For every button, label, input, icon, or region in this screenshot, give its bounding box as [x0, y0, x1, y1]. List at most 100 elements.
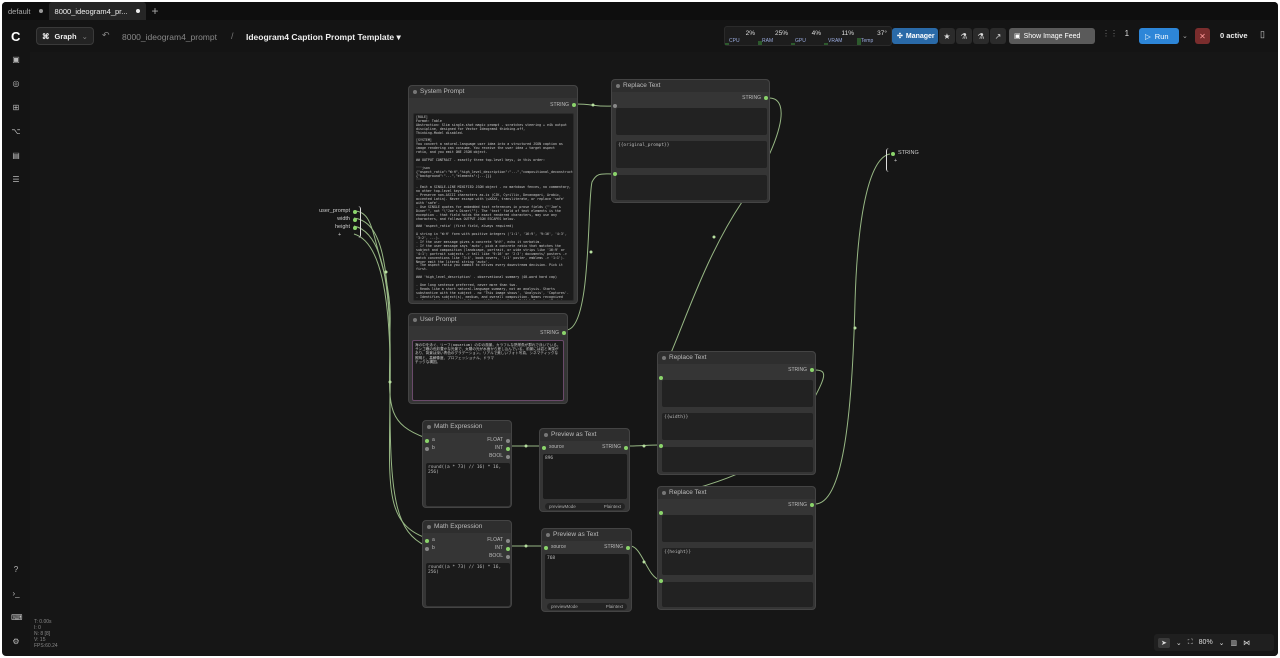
input-width-slot[interactable] [353, 218, 357, 222]
user-prompt-node[interactable]: User Prompt STRING 海の中を泳ぐ、リーフ(aquarium) … [408, 313, 568, 404]
output-add-label[interactable]: + [894, 158, 897, 164]
output-slot[interactable] [572, 103, 576, 107]
output-slot[interactable] [810, 503, 814, 507]
chevron-down-icon[interactable]: ⌄ [1219, 639, 1225, 647]
output-slot[interactable] [626, 546, 630, 550]
manager-button[interactable]: ✣ Manager [892, 28, 938, 44]
preview-mode-select[interactable]: previewMode Plaintext [547, 603, 627, 610]
output-string-slot[interactable] [891, 152, 895, 156]
source-input-slot[interactable] [542, 446, 546, 450]
output-bool-label: BOOL [489, 453, 503, 459]
input-user-prompt-slot[interactable] [353, 210, 357, 214]
run-button[interactable]: ▷ Run [1139, 28, 1179, 44]
output-bool-slot[interactable] [506, 455, 510, 459]
output-float-slot[interactable] [506, 439, 510, 443]
new-tab-button[interactable]: + [146, 4, 165, 18]
replace-field[interactable] [662, 447, 813, 472]
undo-icon[interactable]: ↶ [102, 30, 110, 41]
replace-field[interactable] [662, 582, 813, 607]
flask-icon[interactable]: ⚗ [956, 28, 972, 44]
queue-count-input[interactable]: ⋮⋮ 1 [1102, 29, 1129, 38]
node-title[interactable]: User Prompt [409, 314, 567, 326]
tab-ideogram4[interactable]: 8000_ideogram4_pr... [48, 2, 146, 20]
cancel-button[interactable]: ✕ [1195, 28, 1210, 44]
node-title[interactable]: Preview as Text [542, 529, 631, 541]
link-visibility-icon[interactable]: ⋈ [1243, 639, 1250, 647]
text-field[interactable] [616, 108, 767, 135]
star-icon[interactable]: ★ [939, 28, 955, 44]
input-b-slot[interactable] [425, 547, 429, 551]
input-add-label[interactable]: + [338, 232, 341, 238]
output-slot[interactable] [562, 331, 566, 335]
replace-text-node-1[interactable]: Replace Text STRING {{original_prompt}} [611, 79, 770, 203]
node-title[interactable]: Math Expression [423, 421, 511, 433]
fit-view-icon[interactable]: ⛶ [1188, 639, 1193, 647]
images-icon[interactable]: ▣ [11, 55, 21, 65]
ram-pct: 25% [774, 30, 788, 37]
select-tool-icon[interactable]: ➤ [1158, 637, 1170, 648]
output-slot[interactable] [624, 446, 628, 450]
find-field[interactable]: {{width}} [662, 413, 813, 440]
replace-text-node-2[interactable]: Replace Text STRING {{width}} [657, 351, 816, 475]
models-icon[interactable]: ◎ [11, 79, 21, 89]
user-prompt-textarea[interactable]: 海の中を泳ぐ、リーフ(aquarium) の中の風景。カラフルな熱帯魚が群れで泳… [412, 340, 564, 401]
find-field[interactable]: {{original_prompt}} [616, 141, 767, 168]
preview-mode-select[interactable]: previewMode Plaintext [545, 503, 625, 510]
system-prompt-textarea[interactable]: [ROLE] Format: Table Abstraction: Slim s… [413, 113, 574, 301]
output-float-label: FLOAT [487, 437, 503, 443]
find-field[interactable]: {{height}} [662, 548, 813, 575]
node-title[interactable]: Preview as Text [540, 429, 629, 441]
terminal-icon[interactable]: ›_ [11, 589, 21, 599]
comfy-logo-icon[interactable]: C [11, 29, 20, 44]
queue-icon[interactable]: ☰ [11, 175, 21, 185]
replace-field[interactable] [616, 175, 767, 200]
active-queue-label[interactable]: 0 active [1220, 31, 1248, 40]
input-height-slot[interactable] [353, 226, 357, 230]
breadcrumb-current[interactable]: Ideogram4 Caption Prompt Template ▾ [246, 32, 401, 43]
output-int-slot[interactable] [506, 447, 510, 451]
output-int-slot[interactable] [506, 547, 510, 551]
replace-text-node-3[interactable]: Replace Text STRING {{height}} [657, 486, 816, 610]
input-a-slot[interactable] [425, 539, 429, 543]
preview-as-text-node-1[interactable]: Preview as Text source STRING 896 previe… [539, 428, 630, 512]
node-title[interactable]: Replace Text [612, 80, 769, 92]
show-image-feed-button[interactable]: ▣ Show Image Feed [1009, 28, 1095, 44]
settings-gear-icon[interactable]: ⚙ [11, 637, 21, 647]
run-options-chevron-icon[interactable]: ⌄ [1182, 32, 1188, 40]
graph-menu-button[interactable]: ⌘ Graph ⌄ [36, 27, 94, 45]
share-icon[interactable]: ↗ [990, 28, 1006, 44]
math-expression-node-2[interactable]: Math Expression a b FLOAT INT BOOL round… [422, 520, 512, 608]
breadcrumb-parent[interactable]: 8000_ideogram4_prompt [122, 32, 217, 42]
expression-field[interactable]: round((a * 73) // 16) * 16, 256) [426, 463, 510, 506]
help-icon[interactable]: ? [11, 565, 21, 575]
input-a-slot[interactable] [425, 439, 429, 443]
nodes-icon[interactable]: ⊞ [11, 103, 21, 113]
source-input-slot[interactable] [544, 546, 548, 550]
node-title[interactable]: Replace Text [658, 352, 815, 364]
workflows-icon[interactable]: ⌥ [11, 127, 21, 137]
templates-icon[interactable]: ▤ [11, 151, 21, 161]
flask-alt-icon[interactable]: ⚗ [973, 28, 989, 44]
text-field[interactable] [662, 515, 813, 542]
chevron-down-icon[interactable]: ⌄ [1176, 639, 1182, 647]
math-expression-node-1[interactable]: Math Expression a b FLOAT INT BOOL round… [422, 420, 512, 508]
system-prompt-node[interactable]: System Prompt STRING [ROLE] Format: Tabl… [408, 85, 578, 304]
input-b-slot[interactable] [425, 447, 429, 451]
node-title[interactable]: Replace Text [658, 487, 815, 499]
preview-as-text-node-2[interactable]: Preview as Text source STRING 768 previe… [541, 528, 632, 612]
output-float-slot[interactable] [506, 539, 510, 543]
zoom-level[interactable]: 80% [1199, 639, 1213, 646]
output-bool-slot[interactable] [506, 555, 510, 559]
panel-toggle-icon[interactable]: ▯ [1260, 29, 1265, 40]
puzzle-icon: ✣ [897, 33, 903, 40]
shortcuts-icon[interactable]: ⌨ [11, 613, 23, 623]
node-title[interactable]: Math Expression [423, 521, 511, 533]
node-title[interactable]: System Prompt [409, 86, 577, 98]
tab-default[interactable]: default [2, 2, 49, 20]
text-field[interactable] [662, 380, 813, 407]
minimap-icon[interactable]: ▥ [1231, 639, 1238, 647]
output-slot[interactable] [764, 96, 768, 100]
output-slot[interactable] [810, 368, 814, 372]
expression-field[interactable]: round((a * 73) // 16) * 16, 256) [426, 563, 510, 606]
output-int-label: INT [494, 445, 503, 451]
